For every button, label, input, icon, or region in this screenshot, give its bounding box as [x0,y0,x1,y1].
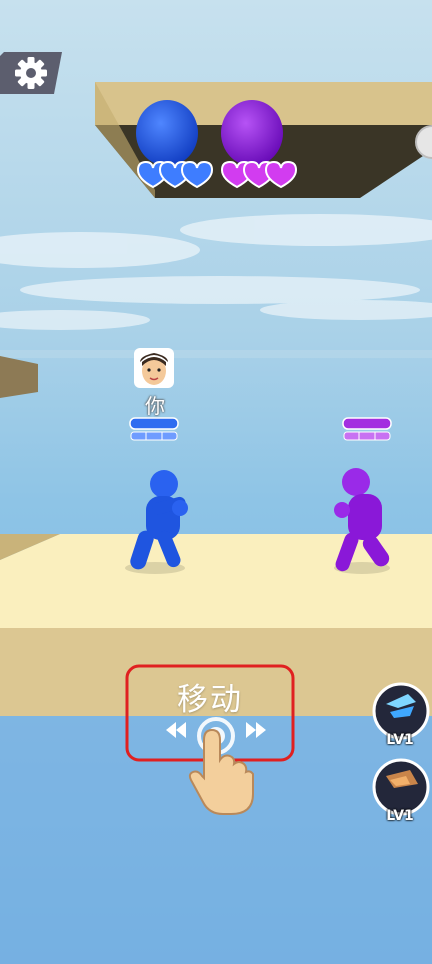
skill-level-label: LV1 [386,732,414,748]
blue-team-head-icon [136,100,198,166]
game-scene [0,0,432,964]
enemy-health-bar [342,417,392,441]
skill-button-ice[interactable]: LV1 [370,682,432,748]
player-name-label: 你 [145,394,165,418]
move-hint-label: 移动 [177,682,243,718]
blue-heart-icon [136,160,214,189]
player-health-bar [129,417,179,441]
gear-icon [15,57,47,89]
purple-heart-icon [220,160,298,189]
purple-team-head-icon [221,100,283,166]
player-avatar [134,348,174,388]
skill-level-label: LV1 [386,808,414,824]
skill-button-fire[interactable]: LV1 [370,758,432,824]
settings-button[interactable] [0,50,62,96]
